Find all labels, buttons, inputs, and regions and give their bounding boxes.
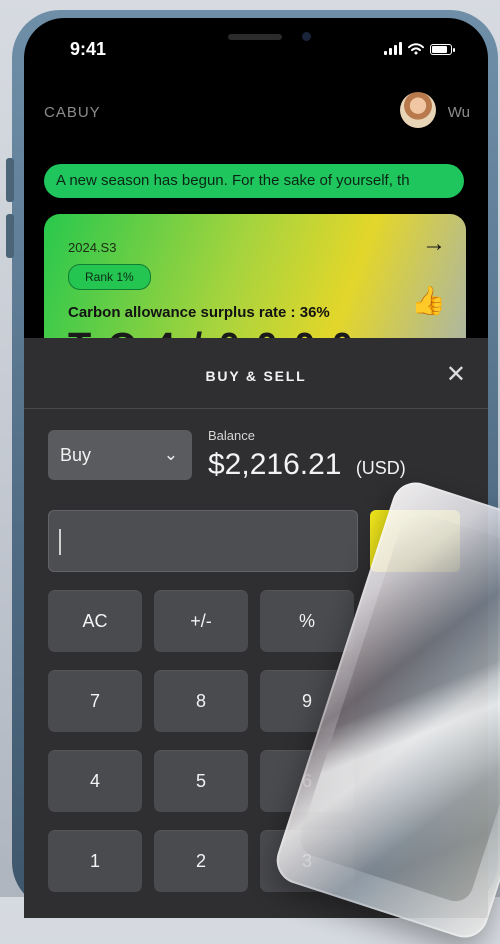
right-arrow-icon[interactable]: → xyxy=(422,230,446,258)
balance-label: Balance xyxy=(208,428,255,443)
key-7[interactable]: 7 xyxy=(48,670,142,732)
key-label: 5 xyxy=(195,770,206,791)
key-label: 4 xyxy=(89,770,100,791)
key-label: 1 xyxy=(89,850,100,871)
thumbs-up-icon: 👍 xyxy=(411,285,446,316)
key-label: AC xyxy=(82,610,108,631)
key-percent[interactable]: % xyxy=(260,590,354,652)
buy-select-value: Buy xyxy=(60,445,92,465)
key-plus-minus[interactable]: +/- xyxy=(154,590,248,652)
brand-logo: CABUY xyxy=(44,104,101,121)
key-label: 2 xyxy=(195,850,206,871)
key-label: +/- xyxy=(190,610,212,631)
volume-down-button xyxy=(6,214,14,258)
key-label: 8 xyxy=(195,690,206,711)
key-label: % xyxy=(298,610,315,631)
signal-icon xyxy=(384,42,402,55)
notch xyxy=(172,18,364,60)
balance-amount: $2,216.21 xyxy=(208,448,342,481)
rank-badge: Rank 1% xyxy=(68,264,151,290)
buy-select[interactable]: Buy ⌄ xyxy=(48,430,192,480)
key-4[interactable]: 4 xyxy=(48,750,142,812)
camera-icon xyxy=(302,32,311,41)
divider xyxy=(24,408,488,409)
status-icons xyxy=(384,42,455,55)
battery-icon xyxy=(430,44,455,55)
close-icon[interactable]: ✕ xyxy=(446,360,466,389)
key-label: 9 xyxy=(301,690,312,711)
text-caret xyxy=(59,529,61,555)
app-header: CABUY Wu xyxy=(44,90,470,140)
season-label: 2024.S3 xyxy=(68,240,117,255)
key-2[interactable]: 2 xyxy=(154,830,248,892)
balance-currency: (USD) xyxy=(355,458,406,478)
key-5[interactable]: 5 xyxy=(154,750,248,812)
key-ac[interactable]: AC xyxy=(48,590,142,652)
key-8[interactable]: 8 xyxy=(154,670,248,732)
amount-input[interactable] xyxy=(48,510,358,572)
key-label: 7 xyxy=(89,690,100,711)
balance-value: $2,216.21 (USD) xyxy=(208,448,406,482)
chevron-down-icon: ⌄ xyxy=(163,445,178,464)
status-time: 9:41 xyxy=(70,39,107,59)
username: Wu xyxy=(447,104,470,121)
avatar[interactable] xyxy=(400,92,436,128)
volume-up-button xyxy=(6,158,14,202)
announcement-text: A new season has begun. For the sake of … xyxy=(56,172,410,189)
panel-title: BUY & SELL xyxy=(205,368,307,384)
key-1[interactable]: 1 xyxy=(48,830,142,892)
status-bar: 9:41 xyxy=(24,18,488,78)
wifi-icon xyxy=(408,43,424,55)
announcement-banner[interactable]: A new season has begun. For the sake of … xyxy=(44,164,464,198)
speaker-icon xyxy=(228,34,282,40)
surplus-rate: Carbon allowance surplus rate : 36% xyxy=(68,304,330,321)
